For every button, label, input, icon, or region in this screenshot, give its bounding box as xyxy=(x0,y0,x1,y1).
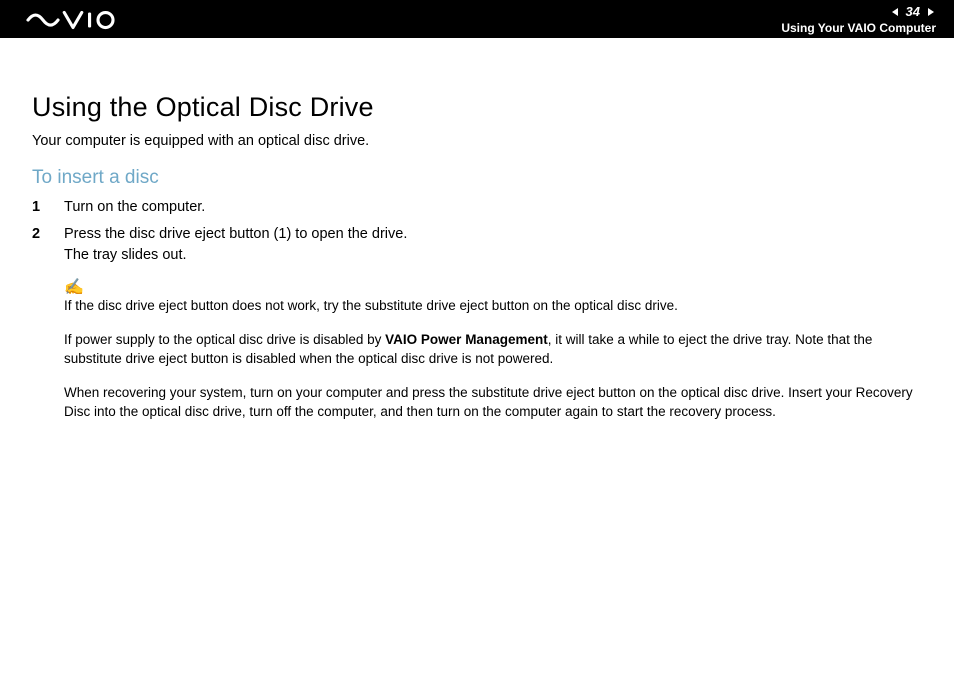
page-header: 34 Using Your VAIO Computer xyxy=(0,0,954,38)
header-right: 34 Using Your VAIO Computer xyxy=(781,4,936,35)
step-item: Turn on the computer. xyxy=(32,197,922,218)
note-text-pre: If power supply to the optical disc driv… xyxy=(64,332,385,347)
vaio-logo xyxy=(18,4,138,34)
prev-page-arrow-icon[interactable] xyxy=(890,7,900,17)
note-text: If the disc drive eject button does not … xyxy=(64,296,922,316)
breadcrumb[interactable]: Using Your VAIO Computer xyxy=(781,21,936,35)
next-page-arrow-icon[interactable] xyxy=(926,7,936,17)
step-item: Press the disc drive eject button (1) to… xyxy=(32,224,922,266)
note-block: ✍ If the disc drive eject button does no… xyxy=(32,280,922,422)
note-text: When recovering your system, turn on you… xyxy=(64,383,922,422)
page-nav: 34 xyxy=(781,4,936,20)
note-text-bold: VAIO Power Management xyxy=(385,332,548,347)
page-number: 34 xyxy=(906,4,920,20)
intro-text: Your computer is equipped with an optica… xyxy=(32,133,922,149)
section-subhead: To insert a disc xyxy=(32,167,922,189)
note-text: If power supply to the optical disc driv… xyxy=(64,330,922,369)
page-title: Using the Optical Disc Drive xyxy=(32,92,922,123)
pencil-note-icon: ✍ xyxy=(64,280,922,296)
steps-list: Turn on the computer. Press the disc dri… xyxy=(32,197,922,266)
page-content: Using the Optical Disc Drive Your comput… xyxy=(0,38,954,422)
